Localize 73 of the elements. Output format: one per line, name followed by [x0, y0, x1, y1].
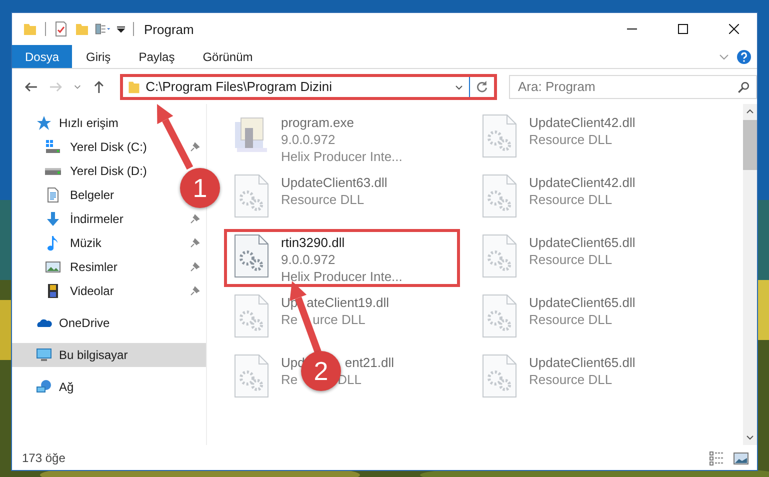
- file-detail: Resource DLL: [281, 191, 366, 208]
- chevron-icon[interactable]: [719, 52, 729, 62]
- properties-icon[interactable]: [53, 21, 69, 37]
- search-field[interactable]: Ara: Program: [509, 74, 758, 98]
- ribbon-tab[interactable]: Paylaş: [124, 45, 189, 68]
- file-name: rtin3290.dll: [281, 234, 346, 251]
- arrow-drawing: [157, 104, 194, 170]
- file-name: program.exe: [281, 114, 355, 131]
- caret-icon[interactable]: [116, 24, 126, 34]
- ribbon-tab[interactable]: Giriş: [72, 45, 125, 68]
- file-detail: Helix Producer Inte...: [281, 148, 402, 165]
- sidebar-item[interactable]: Belgeler: [12, 183, 120, 207]
- details-view-icon[interactable]: [709, 450, 725, 466]
- scroll-thumb[interactable]: [743, 120, 757, 170]
- file-detail: Resource DLL: [529, 251, 614, 268]
- ribbon-tab[interactable]: Görünüm: [188, 45, 267, 68]
- pin-icon[interactable]: [190, 142, 200, 152]
- address-field[interactable]: C:\Program Files\Program Dizini: [120, 74, 498, 100]
- item-count: 173 öğe: [22, 450, 66, 464]
- file-detail: Resource DLL: [529, 311, 614, 328]
- file-name: UpdateClient42.dll: [529, 114, 636, 131]
- file-name: Up: [281, 294, 298, 311]
- sidebar-item[interactable]: Yerel Disk (C:): [12, 135, 206, 159]
- sidebar-item[interactable]: OneDrive: [12, 311, 206, 335]
- sidebar-item[interactable]: İndirmeler: [12, 207, 206, 231]
- file-name: UpdateClient65.dll: [529, 354, 636, 371]
- file-name: UpdateClient63.dll: [281, 174, 388, 191]
- close-icon: [729, 24, 739, 34]
- search-icon: [737, 80, 750, 94]
- file-detail: Resource DLL: [529, 131, 614, 148]
- folder-icon: [126, 80, 141, 94]
- pin-icon[interactable]: [190, 262, 200, 272]
- sidebar-item[interactable]: Yerel Disk (D:): [12, 159, 153, 183]
- file-detail: 9.0.0.972: [281, 131, 336, 148]
- file-name: ateClient19.dll: [306, 294, 390, 311]
- file-detail: Re: [281, 311, 298, 328]
- file-detail: Resource DLL: [529, 191, 614, 208]
- file-name: UpdateClient42.dll: [529, 174, 636, 191]
- file-detail: 9.0.0.972: [281, 251, 336, 268]
- file-detail: Resource DLL: [529, 371, 614, 388]
- pin-icon[interactable]: [190, 238, 200, 248]
- file-detail: urce DLL: [312, 311, 366, 328]
- file-name: UpdateClient65.dll: [529, 294, 636, 311]
- help-icon[interactable]: [737, 50, 751, 64]
- maximize-icon: [678, 24, 688, 34]
- computer-icon: [36, 347, 52, 363]
- file-detail: Re: [281, 371, 298, 388]
- sidebar-item[interactable]: Resimler: [12, 255, 206, 279]
- pin-icon[interactable]: [190, 214, 200, 224]
- sidebar-item[interactable]: Hızlı erişim: [12, 111, 206, 135]
- pin-icon[interactable]: [190, 286, 200, 296]
- file-detail: Helix Producer Inte...: [281, 268, 402, 285]
- file-name: ent21.dll: [344, 354, 394, 371]
- star-icon: [36, 115, 52, 131]
- sidebar-item[interactable]: Videolar: [12, 279, 206, 303]
- drive-icon: [45, 139, 61, 155]
- large-icons-view-icon[interactable]: [733, 450, 749, 466]
- image-icon: [45, 259, 61, 275]
- sidebar-item[interactable]: Ağ: [12, 375, 206, 399]
- file-tile[interactable]: rtin3290.dll 9.0.0.972 Helix Producer Inte...: [224, 229, 460, 287]
- view-icon[interactable]: [95, 21, 111, 37]
- window-title: Program: [144, 22, 194, 36]
- network-icon: [36, 379, 52, 395]
- download-icon: [45, 211, 61, 227]
- document-icon: [45, 187, 61, 203]
- scrollbar[interactable]: [743, 104, 757, 445]
- file-tab[interactable]: Dosya: [12, 45, 72, 68]
- minimize-icon: [627, 28, 637, 30]
- film-icon: [45, 283, 61, 299]
- sidebar-item[interactable]: Bu bilgisayar: [12, 343, 206, 367]
- file-name: UpdateClient65.dll: [529, 234, 636, 251]
- sidebar-item[interactable]: Müzik: [12, 231, 206, 255]
- drive-icon: [45, 168, 61, 174]
